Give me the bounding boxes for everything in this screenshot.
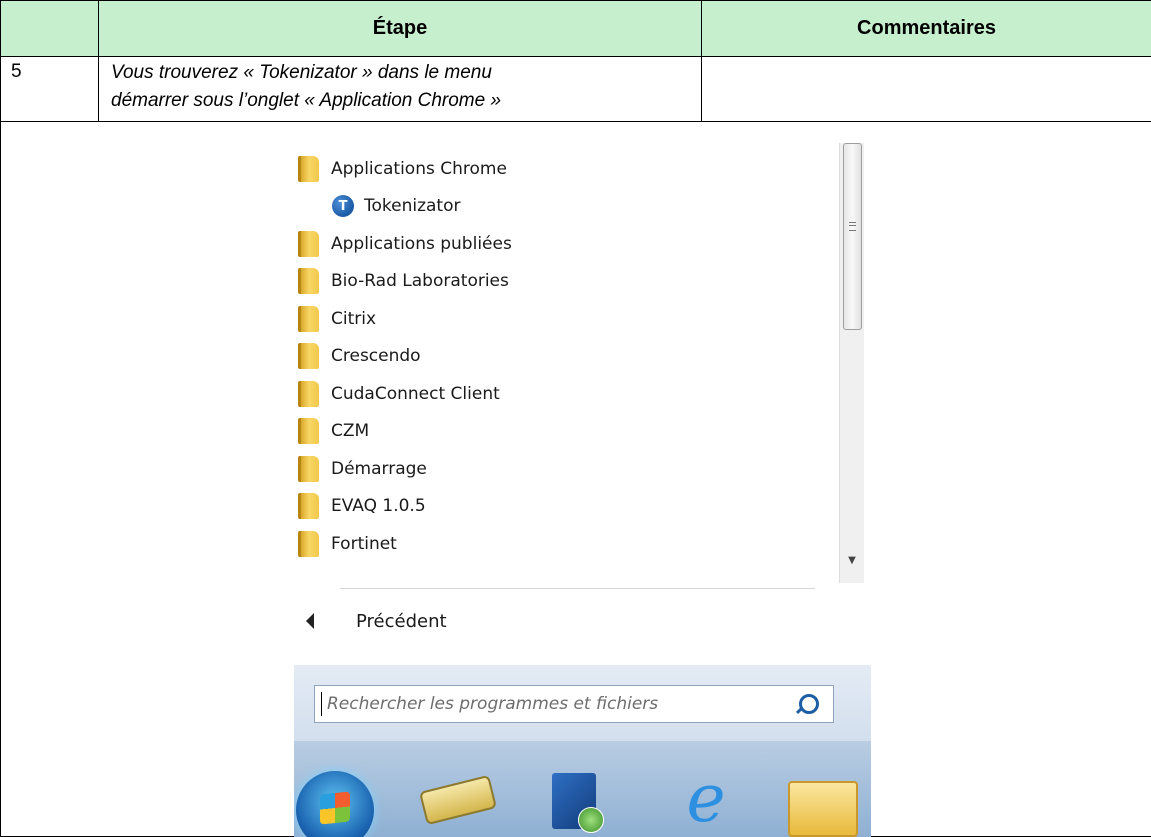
folder-icon — [298, 306, 319, 332]
remote-desktop-icon[interactable] — [552, 773, 604, 833]
program-item-demarrage[interactable]: Démarrage — [294, 451, 834, 487]
text-caret — [321, 692, 322, 716]
program-label: Bio-Rad Laboratories — [331, 271, 509, 291]
folder-icon — [298, 456, 319, 482]
program-list-scrollbar[interactable]: ▼ — [839, 143, 864, 583]
scrollbar-thumb[interactable] — [843, 143, 862, 330]
connection-badge-icon — [578, 807, 604, 833]
header-comments-cell: Commentaires — [701, 0, 1151, 57]
header-number-cell — [0, 0, 99, 57]
folder-icon — [298, 493, 319, 519]
folder-icon — [298, 231, 319, 257]
folder-icon — [298, 343, 319, 369]
program-item-tokenizator[interactable]: T Tokenizator — [332, 188, 871, 224]
program-label: CZM — [331, 421, 370, 441]
header-step-cell: Étape — [98, 0, 702, 57]
folder-icon — [298, 418, 319, 444]
step-description: Vous trouverez « Tokenizator » dans le m… — [98, 56, 702, 122]
search-icon[interactable] — [799, 694, 819, 714]
menu-divider — [340, 588, 815, 589]
file-explorer-icon[interactable] — [788, 781, 858, 837]
program-label: Fortinet — [331, 534, 397, 554]
program-item-crescendo[interactable]: Crescendo — [294, 338, 834, 374]
back-label: Précédent — [356, 610, 447, 632]
windows-flag-icon — [320, 791, 350, 825]
windows-start-orb-icon[interactable] — [296, 771, 374, 837]
back-arrow-icon — [306, 613, 314, 629]
search-input[interactable] — [325, 693, 799, 715]
step-number: 5 — [0, 56, 99, 122]
folder-icon — [298, 268, 319, 294]
program-item-applications-publiees[interactable]: Applications publiées — [294, 226, 834, 262]
internet-explorer-icon[interactable]: e — [674, 766, 738, 835]
tokenizator-app-icon: T — [332, 195, 354, 217]
search-area — [294, 665, 871, 741]
step-comments — [701, 56, 1151, 122]
program-list: Applications Chrome T Tokenizator Applic… — [294, 143, 839, 583]
step-text-line-2: démarrer sous l’onglet « Application Chr… — [111, 90, 502, 111]
program-label: Tokenizator — [364, 196, 461, 216]
scanner-icon[interactable] — [418, 774, 498, 826]
step-text-line-1: Vous trouverez « Tokenizator » dans le m… — [111, 62, 492, 83]
back-button[interactable]: Précédent — [294, 601, 854, 641]
folder-icon — [298, 381, 319, 407]
program-label: Applications publiées — [331, 234, 512, 254]
program-item-applications-chrome[interactable]: Applications Chrome — [294, 151, 834, 187]
grip-icon — [849, 222, 856, 231]
folder-icon — [298, 156, 319, 182]
start-menu-screenshot: Applications Chrome T Tokenizator Applic… — [294, 143, 871, 837]
program-item-bio-rad[interactable]: Bio-Rad Laboratories — [294, 263, 834, 299]
program-item-citrix[interactable]: Citrix — [294, 301, 834, 337]
scroll-down-arrow-icon[interactable]: ▼ — [840, 551, 864, 571]
program-label: Applications Chrome — [331, 159, 507, 179]
folder-icon — [298, 531, 319, 557]
search-box[interactable] — [314, 685, 834, 723]
program-label: Crescendo — [331, 346, 421, 366]
program-item-evaq[interactable]: EVAQ 1.0.5 — [294, 488, 834, 524]
table-row: 5 Vous trouverez « Tokenizator » dans le… — [0, 56, 1151, 122]
program-item-czm[interactable]: CZM — [294, 413, 834, 449]
program-label: CudaConnect Client — [331, 384, 500, 404]
program-label: Démarrage — [331, 459, 427, 479]
program-label: EVAQ 1.0.5 — [331, 496, 426, 516]
program-label: Citrix — [331, 309, 377, 329]
taskbar: e — [294, 741, 871, 837]
program-item-cudaconnect[interactable]: CudaConnect Client — [294, 376, 834, 412]
program-item-fortinet[interactable]: Fortinet — [294, 526, 834, 562]
table-header-row: Étape Commentaires — [0, 0, 1151, 57]
